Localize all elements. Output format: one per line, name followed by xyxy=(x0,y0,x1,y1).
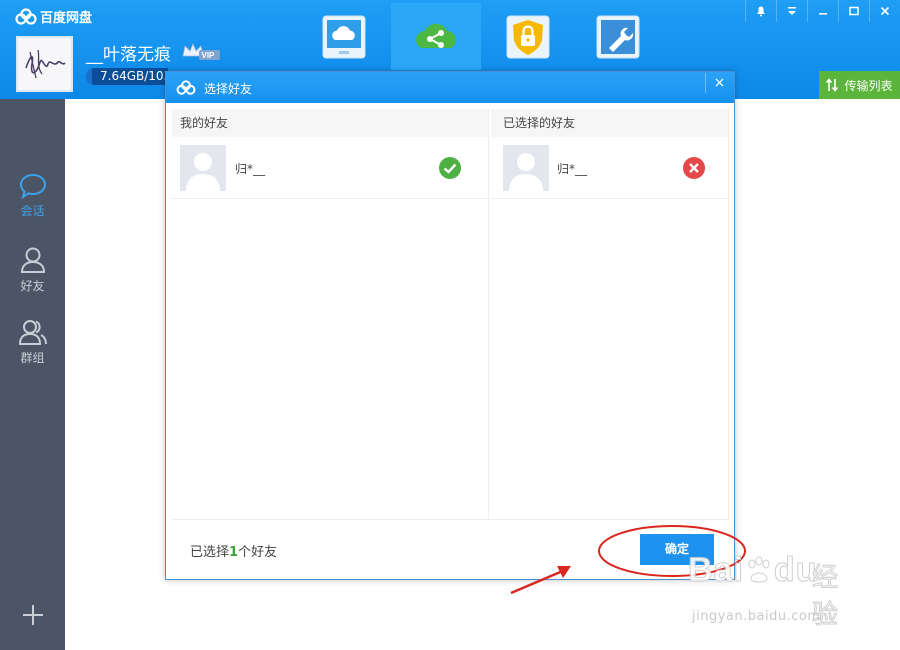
sidebar-item-label: 好友 xyxy=(20,279,45,293)
minimize-icon[interactable] xyxy=(807,0,838,22)
nav-tab-safe-box[interactable] xyxy=(483,3,573,70)
sidebar-item-chat[interactable]: 会话 xyxy=(0,173,65,219)
safe-box-icon xyxy=(506,15,550,58)
baidu-cloud-logo-icon xyxy=(176,80,196,95)
bell-icon[interactable] xyxy=(745,0,776,22)
dialog-close-button[interactable]: × xyxy=(705,73,733,93)
chat-icon xyxy=(19,173,46,199)
signature-avatar-icon xyxy=(18,38,71,90)
avatar xyxy=(180,145,226,191)
sidebar-item-label: 群组 xyxy=(20,351,45,365)
selected-prefix: 已选择 xyxy=(190,545,230,560)
quota-fill xyxy=(86,68,93,85)
remove-icon[interactable] xyxy=(682,156,706,180)
transfer-arrows-icon xyxy=(826,78,839,92)
baidu-jingyan-watermark: Bai du 经验 jingyan.baidu.com xyxy=(688,551,858,631)
transfer-list-button[interactable]: 传输列表 xyxy=(819,71,900,99)
left-sidebar: 会话 好友 群组 xyxy=(0,99,65,650)
cloud-drive-icon xyxy=(322,15,366,58)
username[interactable]: __叶落无痕 xyxy=(86,40,171,65)
friend-name: 归*__ xyxy=(557,162,588,176)
my-friends-pane: 我的好友 归*__ xyxy=(172,109,489,519)
friend-row[interactable]: 归*__ xyxy=(172,137,488,199)
selected-count: 1 xyxy=(229,545,239,560)
vip-label: VIP xyxy=(202,51,216,60)
paw-icon xyxy=(748,556,770,583)
baidu-cloud-logo-icon xyxy=(15,8,37,25)
selected-count-text: 已选择1个好友 xyxy=(190,541,277,560)
quota-text: 7.64GB/103 xyxy=(100,69,168,83)
avatar xyxy=(503,145,549,191)
app-title: 百度网盘 xyxy=(40,11,93,26)
selected-friends-pane: 已选择的好友 归*__ xyxy=(491,109,729,519)
check-icon[interactable] xyxy=(438,156,462,180)
friend-name: 归*__ xyxy=(235,162,266,176)
select-friend-dialog: 选择好友 × 我的好友 归*__ 已选择的好友 归*__ 已选择1个好友 确定 xyxy=(165,71,735,580)
pane-header: 我的好友 xyxy=(172,109,488,137)
watermark-logo-part1: Bai xyxy=(688,551,744,590)
quota-bar: 7.64GB/103 xyxy=(86,68,168,85)
maximize-icon[interactable] xyxy=(838,0,869,22)
default-avatar-icon xyxy=(503,145,549,191)
watermark-logo-part2: du xyxy=(773,551,818,590)
selected-suffix: 个好友 xyxy=(238,545,278,560)
close-icon[interactable] xyxy=(869,0,900,22)
nav-tab-cloud-drive[interactable] xyxy=(299,3,389,70)
plus-icon[interactable] xyxy=(20,602,46,628)
sidebar-item-groups[interactable]: 群组 xyxy=(0,318,65,366)
nav-tab-share[interactable] xyxy=(391,3,481,70)
annotation-arrow-icon xyxy=(510,566,571,595)
pane-header: 已选择的好友 xyxy=(491,109,728,137)
group-icon xyxy=(18,320,47,345)
transfer-list-label: 传输列表 xyxy=(844,78,893,93)
default-avatar-icon xyxy=(180,145,226,191)
nav-tab-toolbox[interactable] xyxy=(573,3,663,70)
menu-icon[interactable] xyxy=(776,0,807,22)
user-avatar[interactable] xyxy=(16,36,73,92)
dialog-header: 选择好友 × xyxy=(166,72,734,103)
watermark-logo: Bai du xyxy=(688,551,817,590)
toolbox-icon xyxy=(596,15,640,58)
friend-icon xyxy=(20,247,45,273)
window-controls xyxy=(745,0,900,22)
watermark-url: jingyan.baidu.com xyxy=(692,609,821,624)
sidebar-item-friends[interactable]: 好友 xyxy=(0,246,65,294)
dialog-title: 选择好友 xyxy=(204,82,253,96)
share-icon xyxy=(416,23,456,48)
friend-row: 归*__ xyxy=(491,137,728,199)
vip-crown-icon: VIP xyxy=(182,42,220,60)
sidebar-item-label: 会话 xyxy=(20,204,45,218)
